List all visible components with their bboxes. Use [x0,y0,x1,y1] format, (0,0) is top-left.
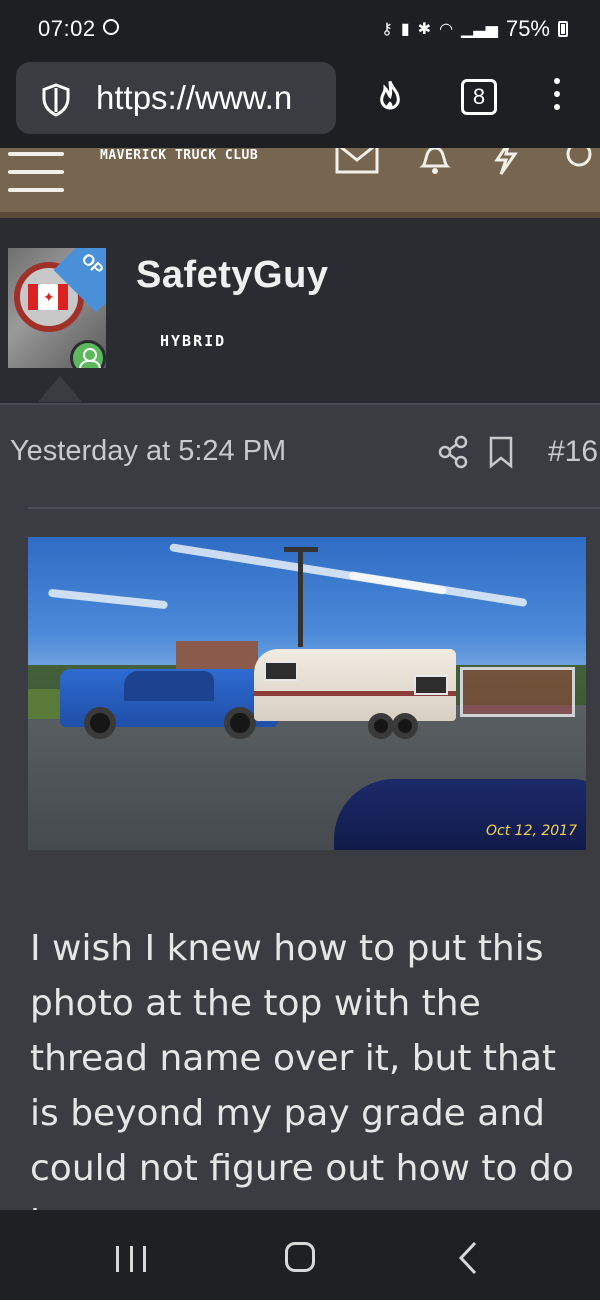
clock-icon [103,19,119,35]
home-icon[interactable] [285,1242,315,1272]
bluetooth-icon: ✱ [417,21,432,38]
online-status-icon [70,340,106,368]
status-icons: ⚷ ▮ ✱ ◠ ▁▃▅ 75% [381,16,568,42]
battery-icon [558,21,568,37]
search-icon[interactable] [559,148,593,176]
site-header: MAVERICK TRUCK CLUB [0,148,600,212]
meta-divider [28,507,600,509]
status-bar: 07:02 ⚷ ▮ ✱ ◠ ▁▃▅ 75% [0,0,600,56]
back-icon[interactable] [458,1241,478,1275]
post-body: Yesterday at 5:24 PM #16 Oct 12, 2017 I … [0,403,600,1244]
signal-icon: ▁▃▅ [461,21,498,38]
address-bar[interactable]: https://www.n [16,62,336,134]
lightning-icon[interactable] [491,148,521,176]
shield-icon[interactable] [38,82,74,118]
wifi-icon: ◠ [439,21,454,38]
recent-apps-icon[interactable] [116,1246,146,1272]
avatar[interactable]: ✦ OP [8,248,106,368]
site-logo[interactable]: MAVERICK TRUCK CLUB [100,148,258,163]
post-timestamp[interactable]: Yesterday at 5:24 PM [10,435,286,468]
photo-date-stamp: Oct 12, 2017 [486,823,577,839]
tabs-icon[interactable]: 8 [461,79,497,115]
status-time: 07:02 [38,16,96,41]
site-nav-icons [335,148,593,176]
menu-icon[interactable] [8,152,64,206]
url-text[interactable]: https://www.n [96,79,292,117]
user-title: HYBRID [160,332,227,350]
share-icon[interactable] [437,435,469,469]
battery-percent: 75% [505,16,550,41]
mail-icon[interactable] [335,148,379,176]
author-caret [38,376,82,402]
bookmark-icon[interactable] [487,435,515,469]
post-number[interactable]: #16 [548,435,598,469]
key-icon: ⚷ [381,21,393,38]
post-text: I wish I knew how to put this photo at t… [30,928,574,1244]
bell-icon[interactable] [417,148,453,176]
more-vert-icon[interactable] [554,78,560,117]
username[interactable]: SafetyGuy [136,254,328,297]
flame-icon[interactable] [370,76,410,120]
post-actions [437,435,515,469]
author-block: ✦ OP SafetyGuy HYBRID [0,218,600,403]
battery-saver-icon: ▮ [400,21,410,38]
post-photo[interactable]: Oct 12, 2017 [28,537,586,850]
browser-toolbar: https://www.n 8 [0,56,600,148]
android-nav-bar [0,1210,600,1300]
